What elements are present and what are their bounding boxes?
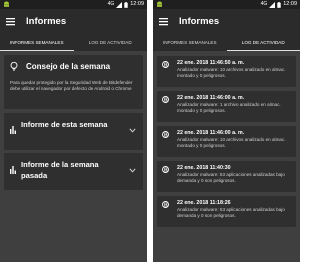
screen-weekly-reports: 4G 12:09 Informes INFORMES SEMANALES LOG… [0,0,147,262]
tip-title: Consejo de la semana [26,62,111,71]
bitdefender-logo-icon [162,96,169,103]
status-bar: 4G 12:09 [0,0,147,9]
report-this-week-label: Informe de esta semana [21,120,108,129]
bitdefender-logo-icon [162,166,169,173]
bar-chart-icon [10,166,16,174]
chevron-down-icon[interactable] [129,168,136,173]
bar-chart-icon [10,126,16,134]
screen-activity-log: 4G 12:09 Informes INFORMES SEMANALES LOG… [153,0,300,262]
status-time: 12:09 [130,1,144,7]
hamburger-menu-icon[interactable] [159,17,168,26]
page-title: Informes [179,16,220,27]
tab-weekly-reports[interactable]: INFORMES SEMANALES [153,35,227,51]
bitdefender-logo-icon [162,131,169,138]
battery-icon [124,1,128,8]
log-item[interactable]: 22 ene. 2018 11:46:50 a. m. Analizador m… [157,56,296,87]
app-bar: Informes [0,9,147,35]
signal-icon [269,1,276,8]
log-date: 22 ene. 2018 11:46:00 a. m. [177,95,245,101]
app-bar: Informes [153,9,300,35]
report-last-week[interactable]: Informe de la semana pasada [4,153,143,190]
signal-icon [116,1,123,8]
log-text: Analizador malware: 53 aplicaciones anal… [177,172,285,183]
report-this-week[interactable]: Informe de esta semana [4,113,143,150]
log-text: Analizador malware: 53 aplicaciones anal… [177,207,285,218]
battery-icon [277,1,281,8]
tab-bar: INFORMES SEMANALES LOG DE ACTIVIDAD [153,35,300,51]
log-item[interactable]: 22 ene. 2018 11:46:00 a. m. Analizador m… [157,91,296,122]
tab-bar: INFORMES SEMANALES LOG DE ACTIVIDAD [0,35,147,51]
log-item[interactable]: 22 ene. 2018 11:40:30 Analizador malware… [157,161,296,192]
status-bar: 4G 12:09 [153,0,300,9]
network-type: 4G [107,1,115,7]
log-item[interactable]: 22 ene. 2018 11:46:00 a. m. Analizador m… [157,126,296,157]
tab-activity-log[interactable]: LOG DE ACTIVIDAD [74,35,148,51]
log-date: 22 ene. 2018 11:46:50 a. m. [177,60,245,66]
android-icon [157,1,162,7]
lightbulb-icon [10,62,18,71]
tip-card: Consejo de la semana Para quedar protegi… [4,55,143,109]
status-time: 12:09 [283,1,297,7]
log-date: 22 ene. 2018 11:40:30 [177,165,231,171]
hamburger-menu-icon[interactable] [6,17,15,26]
network-type: 4G [260,1,268,7]
log-text: Analizador malware: 10 archivos analizad… [177,137,286,148]
page-title: Informes [26,16,67,27]
report-last-week-label: Informe de la semana pasada [21,160,99,180]
log-item[interactable]: 22 ene. 2018 11:18:26 Analizador malware… [157,196,296,227]
bitdefender-logo-icon [162,201,169,208]
log-text: Analizador malware: 1 archivo analizado … [177,102,281,113]
log-date: 22 ene. 2018 11:46:00 a. m. [177,130,245,136]
chevron-down-icon[interactable] [129,128,136,133]
tip-text: Para quedar protegido por la Seguridad W… [10,80,133,91]
log-text: Analizador malware: 10 archivos analizad… [177,67,286,78]
android-icon [4,1,9,7]
log-date: 22 ene. 2018 11:18:26 [177,200,231,206]
bitdefender-logo-icon [162,61,169,68]
